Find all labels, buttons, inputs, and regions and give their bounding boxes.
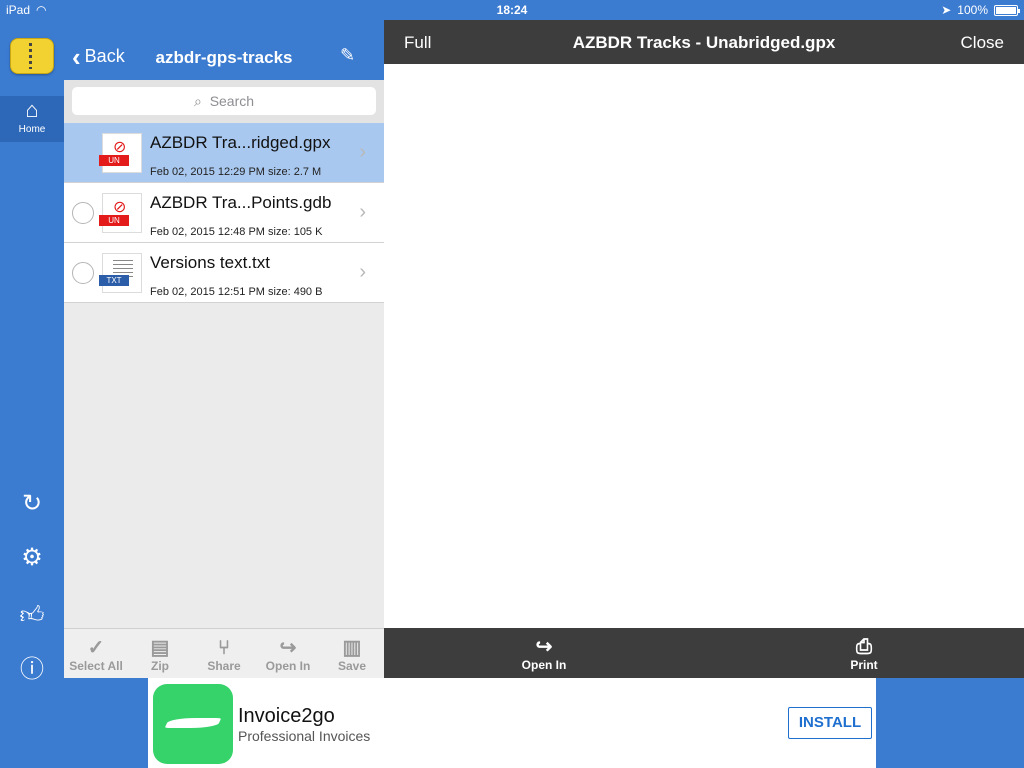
file-meta: Feb 02, 2015 12:29 PM size: 2.7 M xyxy=(150,166,322,178)
no-entry-icon: ⊘ xyxy=(113,139,127,156)
print-button[interactable]: ⎙ Print xyxy=(824,636,904,672)
select-radio[interactable] xyxy=(72,202,94,224)
side-rail: ⌂ Home ↻ ⚙ 👍︎ ⓘ xyxy=(0,20,64,768)
info-icon[interactable]: ⓘ xyxy=(16,654,48,686)
folder-title: azbdr-gps-tracks xyxy=(155,48,293,67)
chevron-right-icon: › xyxy=(359,141,366,163)
file-toolbar: ✓ Select All ▤ Zip ⑂ Share ↪ Open In ▥ S… xyxy=(64,628,384,678)
zip-label: Zip xyxy=(151,659,169,673)
share-button[interactable]: ⑂ Share xyxy=(192,629,256,678)
ad-logo xyxy=(153,684,233,764)
install-button[interactable]: INSTALL xyxy=(788,707,872,739)
file-icon: ⊘ UN xyxy=(99,193,142,233)
ad-subtitle: Professional Invoices xyxy=(238,728,371,744)
select-all-label: Select All xyxy=(69,659,123,673)
save-icon: ▥ xyxy=(342,637,362,659)
file-type-badge: TXT xyxy=(99,275,129,286)
battery-icon xyxy=(994,4,1020,16)
no-entry-icon: ⊘ xyxy=(113,199,127,216)
status-bar: iPad ◠ 18:24 ➤ 100% xyxy=(0,0,1024,20)
file-icon: TXT xyxy=(99,253,142,293)
search-icon: ⌕ xyxy=(193,93,202,109)
gear-icon[interactable]: ⚙ xyxy=(16,542,48,574)
rail-home-label: Home xyxy=(18,124,46,135)
search-placeholder: Search xyxy=(209,93,255,109)
file-name: AZBDR Tra...Points.gdb xyxy=(150,193,332,212)
search-input[interactable]: ⌕ Search xyxy=(72,87,376,115)
open-in-button[interactable]: ↪ Open In xyxy=(256,629,320,678)
printer-icon: ⎙ xyxy=(856,636,872,658)
file-row[interactable]: ⊘ UN AZBDR Tra...Points.gdb Feb 02, 2015… xyxy=(64,183,384,243)
viewer-toolbar: ↪ Open In ⎙ Print xyxy=(384,628,1024,678)
file-name: Versions text.txt xyxy=(150,253,270,272)
rail-home-button[interactable]: ⌂ Home xyxy=(0,96,64,142)
select-radio[interactable] xyxy=(72,262,94,284)
app-icon[interactable] xyxy=(10,38,54,74)
home-icon: ⌂ xyxy=(25,97,39,122)
file-type-badge: UN xyxy=(99,155,129,166)
ad-title: Invoice2go xyxy=(238,705,335,727)
viewer-header: Full AZBDR Tracks - Unabridged.gpx Close xyxy=(384,20,1024,64)
open-in-icon: ↪ xyxy=(535,636,553,658)
viewer-open-in-label: Open In xyxy=(521,658,567,672)
viewer-open-in-button[interactable]: ↪ Open In xyxy=(504,636,584,672)
share-icon: ⑂ xyxy=(218,637,230,659)
chevron-right-icon: › xyxy=(359,201,366,223)
edit-icon[interactable]: ✎ xyxy=(340,45,362,67)
file-row[interactable]: TXT Versions text.txt Feb 02, 2015 12:51… xyxy=(64,243,384,303)
zip-button[interactable]: ▤ Zip xyxy=(128,629,192,678)
redo-icon[interactable]: ↻ xyxy=(16,488,48,520)
chevron-right-icon: › xyxy=(359,261,366,283)
thumbs-up-icon[interactable]: 👍︎ xyxy=(16,600,48,632)
save-button[interactable]: ▥ Save xyxy=(320,629,384,678)
print-label: Print xyxy=(850,658,878,672)
check-circle-icon: ✓ xyxy=(87,637,105,659)
close-button[interactable]: Close xyxy=(961,33,1004,53)
file-icon: ⊘ UN xyxy=(99,133,142,173)
file-row[interactable]: ⊘ UN AZBDR Tra...ridged.gpx Feb 02, 2015… xyxy=(64,123,384,183)
share-label: Share xyxy=(207,659,241,673)
file-meta: Feb 02, 2015 12:51 PM size: 490 B xyxy=(150,286,323,298)
document-viewer[interactable] xyxy=(384,64,1024,628)
file-nav-bar: ‹ Back azbdr-gps-tracks ✎ xyxy=(64,35,384,80)
ad-banner[interactable]: Invoice2go Professional Invoices INSTALL xyxy=(148,678,876,768)
file-panel: ‹ Back azbdr-gps-tracks ✎ ⌕ Search ⊘ UN … xyxy=(64,35,384,678)
file-meta: Feb 02, 2015 12:48 PM size: 105 K xyxy=(150,226,323,238)
file-name: AZBDR Tra...ridged.gpx xyxy=(150,133,331,152)
save-label: Save xyxy=(337,659,367,673)
open-in-icon: ↪ xyxy=(279,637,297,659)
battery-percent: 100% xyxy=(957,3,988,17)
viewer-title: AZBDR Tracks - Unabridged.gpx xyxy=(572,33,836,52)
search-area: ⌕ Search xyxy=(64,80,384,123)
select-all-button[interactable]: ✓ Select All xyxy=(64,629,128,678)
location-icon: ➤ xyxy=(941,3,952,17)
open-in-label: Open In xyxy=(265,659,311,673)
clock: 18:24 xyxy=(496,3,528,17)
file-type-badge: UN xyxy=(99,215,129,226)
zip-icon: ▤ xyxy=(150,637,170,659)
